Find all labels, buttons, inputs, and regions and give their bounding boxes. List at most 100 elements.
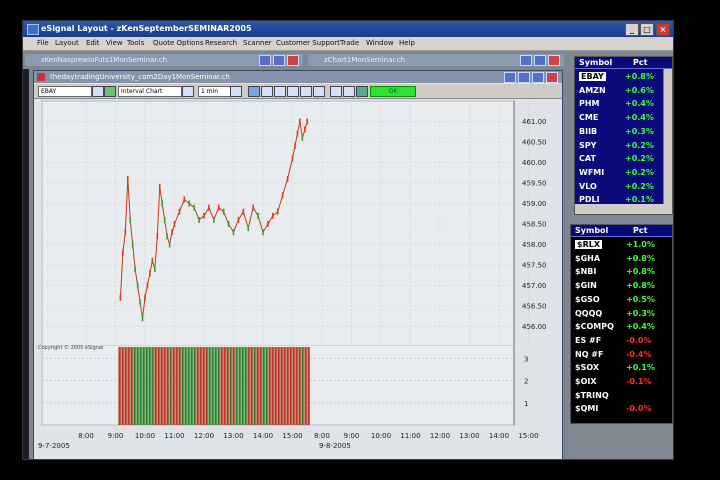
minimize-icon[interactable]	[504, 72, 516, 83]
menu-research[interactable]: Research	[205, 39, 237, 47]
interval-select[interactable]: 1 min	[198, 86, 232, 97]
y-tick-label: 459.00	[522, 200, 547, 208]
watchlist-row[interactable]: CAT +0.2%	[575, 152, 672, 165]
chevron-down-icon[interactable]	[182, 86, 194, 97]
chevron-down-icon[interactable]	[230, 86, 242, 97]
volume-y-tick-label: 1	[524, 400, 528, 408]
menu-tools[interactable]: Tools	[127, 39, 144, 47]
column-symbol-header[interactable]: Symbol	[579, 58, 612, 67]
crosshair-icon[interactable]	[300, 86, 312, 97]
menu-help[interactable]: Help	[399, 39, 415, 47]
study-icon[interactable]	[356, 86, 368, 97]
candle-style-icon[interactable]	[343, 86, 355, 97]
watchlist-row[interactable]: QQQQ +0.3%	[571, 307, 672, 320]
close-icon[interactable]	[287, 55, 299, 66]
watchlist-row[interactable]: $TRINQ	[571, 389, 672, 402]
watchlist-row[interactable]: $COMPQ +0.4%	[571, 320, 672, 333]
symbol-input[interactable]: EBAY	[38, 86, 92, 97]
watchlist-row[interactable]: VLO +0.2%	[575, 180, 672, 193]
watchlist-row[interactable]: ES #F -0.0%	[571, 334, 672, 347]
chart-settings-icon[interactable]	[104, 86, 116, 97]
maximize-icon[interactable]	[534, 55, 546, 66]
watchlist-row[interactable]: NQ #F -0.4%	[571, 348, 672, 361]
bar-style-icon[interactable]	[330, 86, 342, 97]
restore-icon[interactable]	[518, 72, 530, 83]
volume-bar	[286, 347, 289, 425]
restore-icon[interactable]	[520, 55, 532, 66]
draw-line-icon[interactable]	[287, 86, 299, 97]
maximize-icon[interactable]: □	[640, 23, 654, 36]
watchlist-row[interactable]: $GSO +0.5%	[571, 293, 672, 306]
menu-quote-options[interactable]: Quote Options	[153, 39, 204, 47]
watchlist-row[interactable]: CME +0.4%	[575, 111, 672, 124]
watchlist-row[interactable]: $RLX +1.0%	[571, 238, 672, 251]
column-symbol-header[interactable]: Symbol	[575, 226, 608, 235]
green-action-button[interactable]: OK	[370, 86, 416, 97]
volume-bar	[157, 347, 160, 425]
volume-bar	[121, 347, 124, 425]
menu-window[interactable]: Window	[366, 39, 394, 47]
volume-bar	[193, 347, 196, 425]
watchlist-row[interactable]: $GIN +0.8%	[571, 279, 672, 292]
minimized-window-2[interactable]: zChart1MonSeminar.ch	[308, 54, 564, 66]
watchlist-row[interactable]: SPY +0.2%	[575, 139, 672, 152]
zoom-out-icon[interactable]	[274, 86, 286, 97]
minimize-icon[interactable]: _	[625, 23, 639, 36]
x-tick-label: 12:00	[194, 432, 214, 440]
minimized-window-1[interactable]: zKenNasprewIoFuts1MonSeminar.ch	[25, 54, 303, 66]
y-tick-label: 457.50	[522, 262, 547, 270]
maximize-icon[interactable]	[273, 55, 285, 66]
close-icon[interactable]	[546, 72, 558, 83]
menu-trade[interactable]: Trade	[340, 39, 359, 47]
volume-bar	[166, 347, 169, 425]
row-symbol: ES #F	[575, 335, 602, 345]
watchlist-row[interactable]: $NBI +0.8%	[571, 265, 672, 278]
zoom-in-icon[interactable]	[261, 86, 273, 97]
chevron-down-icon[interactable]	[92, 86, 104, 97]
column-pct-header[interactable]: Pct	[633, 226, 647, 235]
close-icon[interactable]: ×	[656, 23, 670, 36]
row-symbol: NQ #F	[575, 349, 604, 359]
volume-bar	[214, 347, 217, 425]
row-symbol: $QMI	[575, 404, 599, 414]
menu-view[interactable]: View	[106, 39, 123, 47]
close-icon[interactable]	[548, 55, 560, 66]
menu-customer-support[interactable]: Customer Support	[276, 39, 340, 47]
row-symbol: CAT	[579, 154, 596, 164]
y-tick-label: 460.00	[522, 159, 547, 167]
price-chart[interactable]: 461.00 460.50 460.00 459.50 459.00 458.50 458.…	[34, 99, 562, 351]
watchlist-row[interactable]: AMZN +0.6%	[575, 84, 672, 97]
watchlist-row[interactable]: BIIB +0.3%	[575, 125, 672, 138]
menu-scanner[interactable]: Scanner	[243, 39, 272, 47]
watchlist-row[interactable]: $GHA +0.8%	[571, 252, 672, 265]
watchlist-row[interactable]: EBAY +0.8%	[575, 70, 672, 83]
text-tool-icon[interactable]	[313, 86, 325, 97]
watchlist-top-hscrollbar[interactable]	[575, 204, 672, 214]
row-pct: +0.1%	[625, 195, 654, 205]
volume-bar	[175, 347, 178, 425]
watchlist-row[interactable]: $OIX -0.1%	[571, 375, 672, 388]
menu-file[interactable]: File	[37, 39, 49, 47]
chart-window-titlebar[interactable]: thedaytradingUniversity_com2Day1MonSemin…	[34, 71, 562, 83]
x-tick-label: 8:00	[314, 432, 330, 440]
volume-chart[interactable]: 3 2 1	[34, 345, 562, 427]
volume-y-tick-label: 2	[524, 378, 528, 386]
watchlist-row[interactable]: $SOX +0.1%	[571, 361, 672, 374]
watchlist-row[interactable]: WFMI +0.2%	[575, 166, 672, 179]
watchlist-top-scrollbar[interactable]	[663, 69, 672, 204]
volume-bar	[151, 347, 154, 425]
watchlist-row[interactable]: $QMI -0.0%	[571, 402, 672, 415]
watchlist-row[interactable]: PHM +0.4%	[575, 97, 672, 110]
row-symbol: AMZN	[579, 85, 606, 95]
menu-layout[interactable]: Layout	[55, 39, 79, 47]
chart-type-select[interactable]: Interval Chart	[118, 86, 182, 97]
row-pct: +0.8%	[626, 281, 655, 291]
cursor-icon[interactable]	[248, 86, 260, 97]
maximize-icon[interactable]	[532, 72, 544, 83]
menu-edit[interactable]: Edit	[86, 39, 100, 47]
volume-bar	[181, 347, 184, 425]
restore-icon[interactable]	[259, 55, 271, 66]
column-pct-header[interactable]: Pct	[633, 58, 647, 67]
volume-bar	[265, 347, 268, 425]
volume-bar	[268, 347, 271, 425]
